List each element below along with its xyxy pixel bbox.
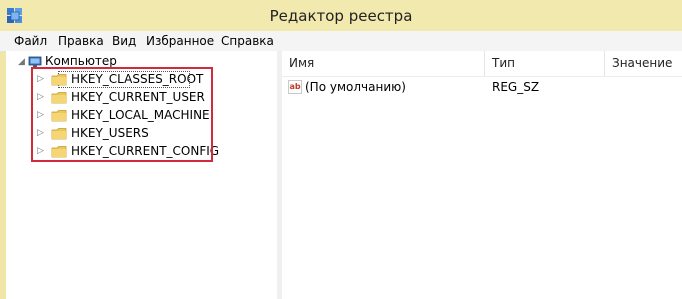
menu-favorites[interactable]: Избранное (146, 34, 214, 48)
window-title: Редактор реестра (269, 7, 413, 25)
column-header-name[interactable]: Имя (289, 51, 314, 76)
menu-file[interactable]: Файл (14, 34, 47, 48)
column-divider[interactable] (484, 51, 485, 76)
value-name[interactable]: (По умолчанию) (305, 79, 406, 96)
collapse-icon[interactable]: ◢ (18, 56, 26, 68)
column-divider[interactable] (604, 51, 605, 76)
column-header-value[interactable]: Значение (612, 51, 672, 76)
title-bar[interactable]: Редактор реестра (0, 0, 682, 31)
header-divider (282, 76, 682, 77)
value-type[interactable]: REG_SZ (492, 79, 539, 96)
string-value-icon: ab (288, 80, 302, 94)
menu-bar: Файл Правка Вид Избранное Справка (0, 31, 682, 52)
menu-edit[interactable]: Правка (58, 34, 104, 48)
menu-view[interactable]: Вид (112, 34, 136, 48)
menu-help[interactable]: Справка (221, 34, 274, 48)
highlight-annotation (31, 67, 213, 162)
column-header-type[interactable]: Тип (492, 51, 515, 76)
values-pane[interactable]: Имя Тип Значение ab (По умолчанию) REG_S… (282, 51, 682, 299)
